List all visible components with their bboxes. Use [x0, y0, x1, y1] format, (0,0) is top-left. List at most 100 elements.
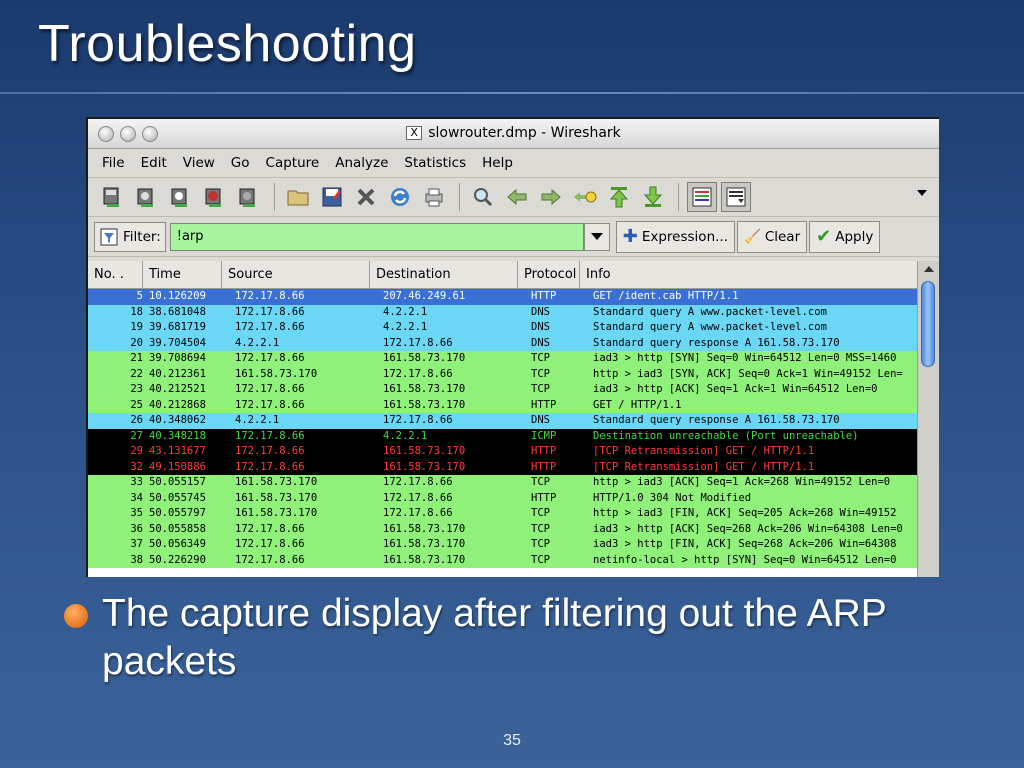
broom-icon: 🧹 — [744, 228, 761, 245]
close-icon — [357, 188, 375, 206]
go-back-button[interactable] — [502, 182, 532, 212]
packet-no: 38 — [130, 553, 143, 566]
packet-row[interactable]: 18 38.681048 172.17.8.66 4.2.2.1 DNS Standard… — [88, 304, 918, 320]
menu-bar: File Edit View Go Capture Analyze Statis… — [88, 149, 939, 177]
go-last-packet-button[interactable] — [638, 182, 668, 212]
print-button[interactable] — [419, 182, 449, 212]
packet-list-scrollbar[interactable] — [917, 261, 939, 577]
packet-no: 26 — [130, 414, 143, 426]
colorize-button[interactable] — [687, 182, 717, 212]
packet-source: 172.17.8.66 — [235, 522, 305, 535]
scrollbar-thumb[interactable] — [921, 281, 935, 367]
column-protocol[interactable]: Protocol — [518, 261, 580, 288]
packet-destination: 207.46.249.61 — [383, 290, 466, 302]
menu-view[interactable]: View — [183, 155, 215, 171]
packet-row[interactable]: 22 40.212361 161.58.73.170 172.17.8.66 TCP ht… — [88, 366, 918, 382]
arrow-bottom-icon — [643, 186, 663, 207]
packet-protocol: HTTP — [531, 290, 557, 302]
packet-source: 172.17.8.66 — [235, 538, 305, 550]
menu-capture[interactable]: Capture — [266, 155, 320, 171]
close-file-button[interactable] — [351, 182, 381, 212]
filter-history-dropdown[interactable] — [583, 222, 610, 251]
stop-capture-icon — [205, 188, 221, 207]
go-forward-button[interactable] — [536, 182, 566, 212]
apply-label: Apply — [835, 228, 874, 245]
packet-time: 39.681719 — [149, 321, 206, 333]
packet-time: 40.348062 — [149, 414, 206, 426]
packet-no: 19 — [130, 321, 143, 333]
start-capture-button[interactable] — [166, 182, 196, 212]
menu-edit[interactable]: Edit — [141, 155, 167, 171]
menu-help[interactable]: Help — [482, 155, 513, 171]
packet-row[interactable]: 5 10.126209 172.17.8.66 207.46.249.61 HTTP GE… — [88, 289, 918, 305]
packet-list: No. . Time Source Destination Protocol I… — [88, 261, 918, 577]
restart-capture-button[interactable] — [234, 182, 264, 212]
filter-label: Filter: — [123, 228, 161, 245]
go-to-packet-button[interactable] — [570, 182, 600, 212]
packet-protocol: TCP — [531, 383, 550, 395]
packet-destination: 161.58.73.170 — [383, 522, 466, 535]
packet-row[interactable]: 25 40.212868 172.17.8.66 161.58.73.170 HTTP G… — [88, 397, 918, 413]
packet-time: 40.212361 — [149, 367, 206, 380]
filter-icon — [100, 228, 118, 245]
find-packet-button[interactable] — [468, 182, 498, 212]
bullet-icon — [64, 604, 88, 628]
packet-destination: 161.58.73.170 — [383, 553, 466, 566]
packet-row[interactable]: 37 50.056349 172.17.8.66 161.58.73.170 TCP ia… — [88, 537, 918, 553]
column-info[interactable]: Info — [580, 261, 918, 288]
menu-statistics[interactable]: Statistics — [404, 155, 466, 171]
apply-button[interactable]: ✔ Apply — [809, 220, 881, 253]
window-title: Xslowrouter.dmp - Wireshark — [88, 125, 939, 141]
packet-source: 161.58.73.170 — [235, 507, 318, 519]
column-source[interactable]: Source — [222, 261, 370, 288]
interfaces-button[interactable] — [98, 182, 128, 212]
packet-row[interactable]: 21 39.708694 172.17.8.66 161.58.73.170 TCP ia… — [88, 351, 918, 367]
window-title-text: slowrouter.dmp - Wireshark — [428, 125, 621, 141]
scroll-up-icon[interactable] — [918, 261, 939, 277]
packet-row[interactable]: 35 50.055797 161.58.73.170 172.17.8.66 TCP ht… — [88, 506, 918, 522]
packet-row[interactable]: 33 50.055157 161.58.73.170 172.17.8.66 TCP ht… — [88, 475, 918, 491]
packet-row[interactable]: 34 50.055745 161.58.73.170 172.17.8.66 HTTP H… — [88, 490, 918, 506]
open-file-button[interactable] — [283, 182, 313, 212]
packet-row[interactable]: 19 39.681719 172.17.8.66 4.2.2.1 DNS Standard… — [88, 320, 918, 336]
packet-row[interactable]: 23 40.212521 172.17.8.66 161.58.73.170 TCP ia… — [88, 382, 918, 398]
interfaces-icon — [103, 187, 119, 207]
save-file-button[interactable] — [317, 182, 347, 212]
menu-analyze[interactable]: Analyze — [335, 155, 388, 171]
filter-input[interactable] — [169, 222, 584, 251]
packet-info: HTTP/1.0 304 Not Modified — [593, 491, 752, 504]
packet-row[interactable]: 36 50.055858 172.17.8.66 161.58.73.170 TCP ia… — [88, 521, 918, 537]
packet-info: [TCP Retransmission] GET / HTTP/1.1 — [593, 460, 815, 473]
column-time[interactable]: Time — [143, 261, 222, 288]
packet-no: 37 — [130, 538, 143, 550]
go-first-packet-button[interactable] — [604, 182, 634, 212]
toolbar-overflow-icon[interactable] — [917, 190, 927, 196]
arrow-top-icon — [609, 187, 629, 208]
packet-list-header: No. . Time Source Destination Protocol I… — [88, 261, 918, 289]
filter-button[interactable]: Filter: — [94, 221, 166, 252]
reload-button[interactable] — [385, 182, 415, 212]
packet-row[interactable]: 26 40.348062 4.2.2.1 172.17.8.66 DNS Standard… — [88, 413, 918, 429]
autoscroll-button[interactable] — [721, 182, 751, 212]
capture-options-button[interactable] — [132, 182, 162, 212]
packet-row[interactable]: 29 43.131677 172.17.8.66 161.58.73.170 HTTP [… — [88, 444, 918, 460]
column-destination[interactable]: Destination — [370, 261, 518, 288]
clear-button[interactable]: 🧹 Clear — [737, 220, 808, 253]
expression-button[interactable]: ✚ Expression... — [615, 220, 735, 253]
packet-source: 161.58.73.170 — [235, 367, 318, 380]
packet-source: 172.17.8.66 — [235, 290, 305, 302]
packet-protocol: ICMP — [531, 429, 557, 442]
stop-capture-button[interactable] — [200, 182, 230, 212]
menu-go[interactable]: Go — [231, 155, 250, 171]
packet-row[interactable]: 27 40.348218 172.17.8.66 4.2.2.1 ICMP Destina… — [88, 428, 918, 444]
packet-destination: 161.58.73.170 — [383, 398, 466, 411]
column-no[interactable]: No. . — [88, 261, 143, 288]
menu-file[interactable]: File — [102, 155, 125, 171]
packet-protocol: TCP — [531, 507, 550, 519]
packet-no: 5 — [136, 290, 143, 302]
packet-row[interactable]: 20 39.704504 4.2.2.1 172.17.8.66 DNS Standard… — [88, 335, 918, 351]
packet-info: Destination unreachable (Port unreachabl… — [593, 429, 859, 442]
packet-row[interactable]: 38 50.226290 172.17.8.66 161.58.73.170 TCP ne… — [88, 552, 918, 568]
packet-row[interactable]: 32 49.150886 172.17.8.66 161.58.73.170 HTTP [… — [88, 459, 918, 475]
save-icon — [322, 187, 342, 207]
